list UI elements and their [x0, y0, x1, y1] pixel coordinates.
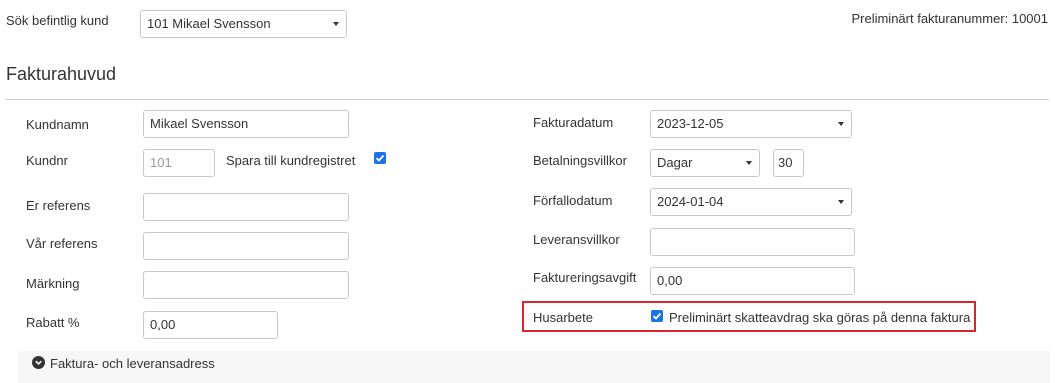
chevron-down-icon [838, 200, 844, 204]
fakturadatum-value: 2023-12-05 [657, 116, 724, 131]
forfallodatum-label: Förfallodatum [533, 193, 613, 208]
markning-input[interactable] [143, 271, 349, 299]
chevron-down-icon [746, 161, 752, 165]
er-referens-input[interactable] [143, 193, 349, 221]
kundnamn-label: Kundnamn [26, 117, 89, 132]
kundnr-input: 101 [143, 149, 215, 177]
betalningsvillkor-days-input[interactable]: 30 [773, 149, 804, 177]
chevron-down-circle-icon[interactable] [32, 356, 45, 369]
var-referens-input[interactable] [143, 232, 349, 260]
var-referens-label: Vår referens [26, 236, 98, 251]
husarbete-checkbox-label: Preliminärt skatteavdrag ska göras på de… [669, 310, 971, 325]
chevron-down-icon [333, 22, 339, 26]
section-divider [6, 99, 1049, 100]
preliminary-invoice-number: Preliminärt fakturanummer: 10001 [851, 11, 1048, 26]
checkmark-icon [652, 312, 662, 320]
kundnamn-input[interactable]: Mikael Svensson [143, 110, 349, 138]
betalningsvillkor-select[interactable]: Dagar [650, 149, 760, 177]
markning-label: Märkning [26, 276, 80, 291]
customer-select-value: 101 Mikael Svensson [147, 16, 271, 31]
chevron-down-icon [838, 122, 844, 126]
section-title: Fakturahuvud [6, 64, 117, 84]
fakturadatum-label: Fakturadatum [533, 115, 614, 130]
search-customer-label: Sök befintlig kund [6, 13, 109, 28]
faktureringsavgift-label: Faktureringsavgift [533, 270, 637, 285]
customer-select[interactable]: 101 Mikael Svensson [140, 10, 347, 38]
forfallodatum-value: 2024-01-04 [657, 194, 724, 209]
rabatt-label: Rabatt % [26, 315, 80, 330]
leveransvillkor-input[interactable] [650, 228, 855, 256]
kundnr-label: Kundnr [26, 153, 68, 168]
address-section-toggle[interactable]: Faktura- och leveransadress [50, 356, 215, 371]
save-to-register-checkbox[interactable] [374, 152, 386, 164]
forfallodatum-select[interactable]: 2024-01-04 [650, 188, 852, 216]
save-to-register-label: Spara till kundregistret [226, 153, 356, 168]
chevron-down-glyph [35, 360, 42, 366]
faktureringsavgift-input[interactable]: 0,00 [650, 267, 855, 295]
betalningsvillkor-type-value: Dagar [657, 155, 693, 170]
fakturadatum-select[interactable]: 2023-12-05 [650, 110, 852, 138]
er-referens-label: Er referens [26, 198, 91, 213]
checkmark-icon [375, 154, 385, 162]
husarbete-checkbox[interactable] [651, 310, 663, 322]
betalningsvillkor-label: Betalningsvillkor [533, 153, 627, 168]
rabatt-input[interactable]: 0,00 [143, 311, 278, 339]
husarbete-label: Husarbete [533, 310, 593, 325]
leveransvillkor-label: Leveransvillkor [533, 232, 620, 247]
